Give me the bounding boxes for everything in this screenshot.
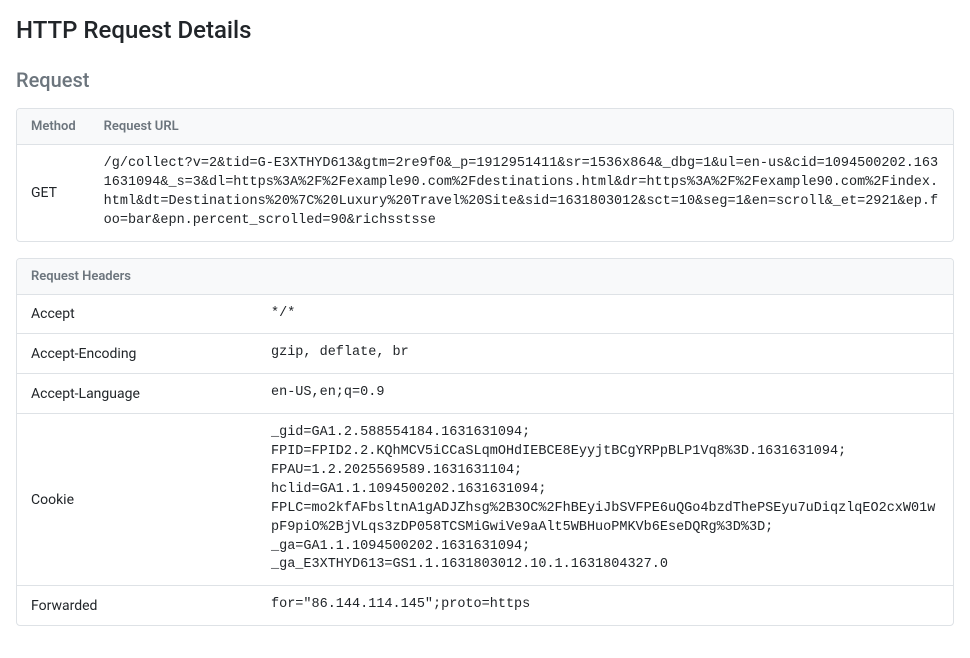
method-url-row: GET /g/collect?v=2&tid=G-E3XTHYD613&gtm=… [17, 145, 953, 241]
header-name: Accept-Encoding [17, 334, 257, 374]
header-value-line: _ga=GA1.1.1094500202.1631631094; [271, 538, 939, 557]
header-value-line: hclid=GA1.1.1094500202.1631631094; [271, 481, 939, 500]
header-value-line: FPID=FPID2.2.KQhMCV5iCCaSLqmOHdIEBCE8Eyy… [271, 443, 939, 462]
header-value-line: FPAU=1.2.2025569589.1631631104; [271, 462, 939, 481]
request-method: GET [17, 145, 90, 241]
request-headers-table: Request Headers Accept*/*Accept-Encoding… [17, 259, 953, 626]
header-value: en-US,en;q=0.9 [257, 374, 953, 414]
method-url-panel: Method Request URL GET /g/collect?v=2&ti… [16, 108, 954, 242]
column-header-url: Request URL [90, 109, 953, 145]
request-section-heading: Request [16, 68, 954, 92]
header-value: _gid=GA1.2.588554184.1631631094;FPID=FPI… [257, 414, 953, 586]
header-row: Forwardedfor="86.144.114.145";proto=http… [17, 586, 953, 625]
header-row: Cookie_gid=GA1.2.588554184.1631631094;FP… [17, 414, 953, 586]
header-value: gzip, deflate, br [257, 334, 953, 374]
header-value: */* [257, 294, 953, 334]
header-name: Cookie [17, 414, 257, 586]
column-header-method: Method [17, 109, 90, 145]
header-name: Accept-Language [17, 374, 257, 414]
header-value-line: _gid=GA1.2.588554184.1631631094; [271, 424, 939, 443]
header-value: for="86.144.114.145";proto=https [257, 586, 953, 625]
page-title: HTTP Request Details [16, 16, 954, 44]
header-name: Forwarded [17, 586, 257, 625]
request-headers-title: Request Headers [17, 259, 953, 295]
request-url: /g/collect?v=2&tid=G-E3XTHYD613&gtm=2re9… [90, 145, 953, 241]
header-name: Accept [17, 294, 257, 334]
method-url-table: Method Request URL GET /g/collect?v=2&ti… [17, 109, 953, 241]
header-row: Accept-Encodinggzip, deflate, br [17, 334, 953, 374]
request-headers-panel: Request Headers Accept*/*Accept-Encoding… [16, 258, 954, 627]
header-value-line: _ga_E3XTHYD613=GS1.1.1631803012.10.1.163… [271, 556, 939, 575]
header-row: Accept-Languageen-US,en;q=0.9 [17, 374, 953, 414]
header-value-line: FPLC=mo2kfAFbsltnA1gADJZhsg%2B3OC%2FhBEy… [271, 500, 939, 538]
header-row: Accept*/* [17, 294, 953, 334]
